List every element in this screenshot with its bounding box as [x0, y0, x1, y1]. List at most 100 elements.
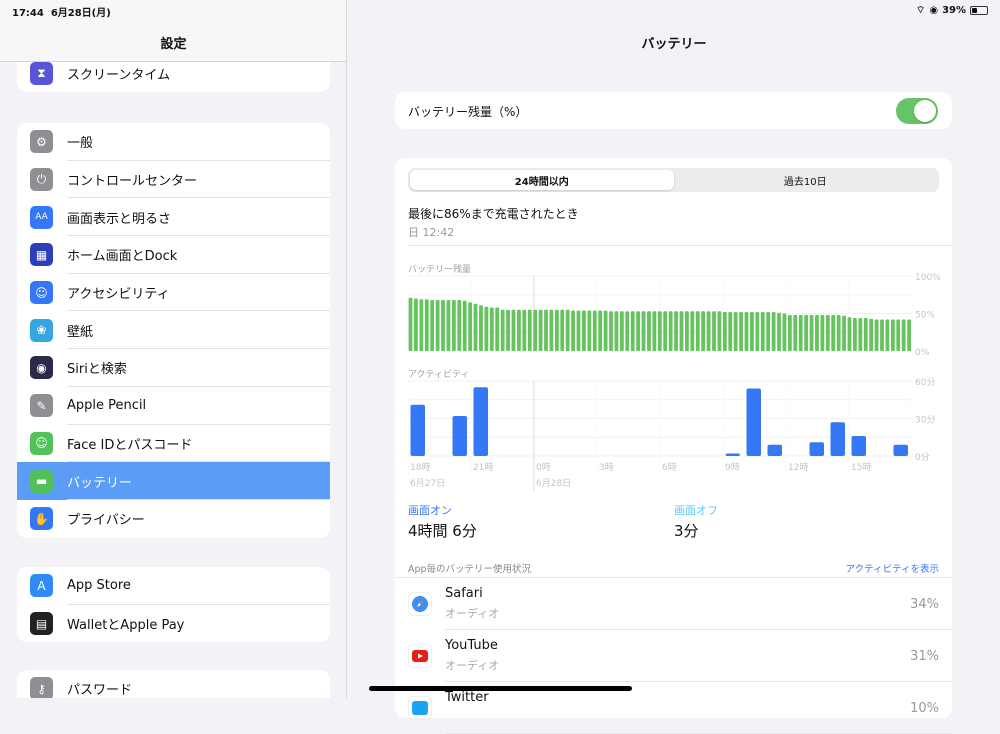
battery-bar: [598, 310, 603, 351]
battery-bar: [414, 298, 418, 351]
sidebar-item[interactable]: ❀ 壁紙: [17, 311, 330, 350]
battery-bar: [706, 311, 711, 351]
battery-bar: [652, 311, 657, 351]
battery-bar: [760, 312, 765, 351]
battery-bar: [625, 311, 630, 351]
sidebar-item[interactable]: ☺ Face IDとパスコード: [17, 425, 330, 463]
battery-bar: [451, 300, 456, 351]
sidebar-item[interactable]: AA 画面表示と明るさ: [17, 198, 330, 237]
battery-bar: [527, 309, 532, 351]
sidebar-item[interactable]: ▬ バッテリー: [17, 462, 330, 500]
activity-bar: [473, 387, 488, 456]
app-store-icon: A: [30, 574, 53, 598]
app-usage-row[interactable]: YouTube オーディオ 31%: [395, 630, 952, 682]
activity-bar: [410, 404, 425, 456]
sidebar-item[interactable]: ⚷ パスワード: [17, 670, 330, 698]
battery-bar: [863, 318, 868, 351]
battery-bar: [446, 300, 451, 351]
show-activity-link[interactable]: アクティビティを表示: [846, 561, 939, 575]
battery-bar: [717, 311, 722, 351]
battery-bar: [495, 307, 500, 351]
x-date-label: 6月27日: [410, 478, 445, 489]
battery-bar: [798, 315, 803, 351]
sidebar-item[interactable]: A App Store: [17, 567, 330, 605]
battery-bar: [641, 311, 646, 351]
battery-icon: [970, 6, 988, 15]
battery-bar: [820, 315, 825, 351]
battery-bar: [457, 300, 462, 351]
sidebar-item[interactable]: ✋ プライバシー: [17, 500, 330, 538]
sidebar-item[interactable]: ◉ Siriと検索: [17, 349, 330, 387]
sidebar: 17:44 6月28日(月) 設定 ⧗ スクリーンタイム ⚙ 一般 ⏻ コントロールセ…: [0, 0, 347, 698]
sidebar-item-label: プライバシー: [67, 513, 145, 529]
accessibility-icon: ☺: [30, 281, 53, 305]
sidebar-item[interactable]: ▦ ホーム画面とDock: [17, 236, 330, 274]
tab-24-hours[interactable]: 24時間以内: [410, 170, 674, 190]
battery-bar: [695, 311, 700, 351]
usage-header: App毎のバッテリー使用状況: [408, 564, 532, 575]
battery-bar: [511, 309, 516, 351]
app-name: YouTube: [445, 638, 498, 653]
sidebar-item[interactable]: ☺ アクセシビリティ: [17, 274, 330, 312]
group-store: A App Store ▤ WalletとApple Pay: [17, 567, 330, 643]
battery-bar: [565, 309, 570, 351]
battery-percentage-toggle[interactable]: [896, 98, 938, 124]
battery-bar: [630, 311, 635, 351]
app-name: Safari: [445, 586, 483, 601]
activity-bar: [767, 444, 782, 456]
sidebar-item[interactable]: ✎ Apple Pencil: [17, 387, 330, 425]
status-date: 6月28日(月): [50, 8, 111, 19]
x-tick-label: 6時: [662, 462, 677, 473]
battery-bar: [614, 311, 619, 351]
battery-bar: [733, 312, 738, 351]
app-usage-percent: 10%: [910, 701, 939, 716]
sidebar-item-label: ホーム画面とDock: [67, 249, 178, 265]
sidebar-item-label: アクセシビリティ: [67, 287, 170, 303]
sidebar-item[interactable]: ⏻ コントロールセンター: [17, 161, 330, 199]
battery-bar: [500, 309, 505, 351]
battery-bar: [766, 312, 771, 351]
battery-bar: [771, 312, 776, 351]
battery-bar: [852, 318, 857, 351]
app-usage-percent: 34%: [910, 597, 939, 612]
sidebar-item-label: WalletとApple Pay: [67, 618, 185, 634]
sidebar-header: 17:44 6月28日(月) 設定: [0, 0, 346, 62]
sidebar-item[interactable]: ▤ WalletとApple Pay: [17, 605, 330, 643]
tab-10-days[interactable]: 過去10日: [674, 170, 938, 190]
battery-bar: [701, 311, 706, 351]
safari-icon: [408, 592, 432, 616]
sidebar-item[interactable]: ⚙ 一般: [17, 123, 330, 161]
battery-bar: [441, 300, 445, 351]
battery-bar: [728, 312, 733, 351]
battery-percentage-label: バッテリー残量（%）: [408, 105, 528, 119]
last-charge-time: 日 12:42: [408, 226, 455, 239]
x-tick-label: 3時: [599, 462, 614, 473]
battery-bar: [533, 309, 538, 351]
y-tick-label: 0分: [915, 452, 930, 463]
orientation-lock-icon: ◉: [929, 5, 939, 16]
battery-bar: [722, 312, 727, 351]
battery-level-chart: 100% 50% 0%: [407, 273, 941, 358]
activity-bar: [725, 453, 740, 456]
battery-bar: [787, 315, 792, 351]
battery-bar: [419, 299, 424, 351]
home-indicator[interactable]: [369, 686, 632, 691]
app-usage-row[interactable]: Safari オーディオ 34%: [395, 578, 952, 630]
activity-bar: [452, 416, 467, 456]
activity-chart: 60分 30分 0分 18時 21時 0時 3時 6時 9時 12時 15時 6月27日 6月28日: [407, 377, 935, 492]
battery-bar: [636, 311, 641, 351]
battery-bar: [592, 310, 597, 351]
battery-bar: [603, 310, 608, 351]
screen-off-value: 3分: [674, 522, 699, 540]
battery-bar: [668, 311, 673, 351]
battery-percentage-row: バッテリー残量（%）: [395, 92, 952, 129]
battery-bar: [473, 303, 478, 351]
app-usage-detail: オーディオ: [445, 607, 500, 620]
battery-icon: ▬: [30, 469, 53, 493]
battery-bar: [484, 306, 489, 351]
battery-bar: [516, 309, 521, 351]
battery-bar: [815, 315, 819, 351]
activity-bar: [746, 388, 761, 456]
battery-percent: 39%: [942, 5, 966, 16]
app-grid-icon: ▦: [30, 243, 53, 267]
